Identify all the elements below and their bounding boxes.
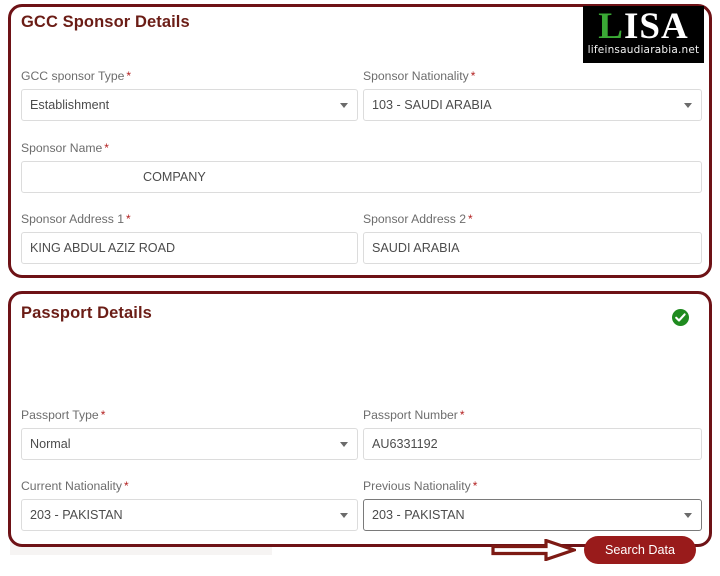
passport-details-card: Passport Details Passport Type * Normal P… <box>8 291 712 564</box>
label-sponsor-name: Sponsor Name * <box>21 141 702 155</box>
label-text: Sponsor Nationality <box>363 69 469 83</box>
input-passport-number[interactable]: AU6331192 <box>363 428 702 460</box>
select-sponsor-nationality[interactable]: 103 - SAUDI ARABIA <box>363 89 702 121</box>
page-title: GCC Sponsor Details <box>21 13 190 31</box>
label-previous-nationality: Previous Nationality * <box>363 479 702 493</box>
chevron-down-icon[interactable] <box>340 103 348 108</box>
label-passport-type: Passport Type * <box>21 408 358 422</box>
right-arrow-annotation-icon <box>491 539 576 561</box>
passport-section-title: Passport Details <box>21 304 152 322</box>
input-value: SAUDI ARABIA <box>372 241 460 255</box>
field-sponsor-name: Sponsor Name * COMPANY <box>21 141 702 193</box>
field-passport-number: Passport Number * AU6331192 <box>363 408 702 460</box>
label-text: Passport Number <box>363 408 458 422</box>
label-sponsor-address-1: Sponsor Address 1 * <box>21 212 358 226</box>
input-sponsor-address-1[interactable]: KING ABDUL AZIZ ROAD <box>21 232 358 264</box>
chevron-down-icon[interactable] <box>340 442 348 447</box>
label-text: GCC sponsor Type <box>21 69 125 83</box>
input-sponsor-address-2[interactable]: SAUDI ARABIA <box>363 232 702 264</box>
input-value: AU6331192 <box>372 437 438 451</box>
logo-wordmark: LISA <box>583 7 704 47</box>
label-text: Sponsor Address 2 <box>363 212 466 226</box>
label-gcc-sponsor-type: GCC sponsor Type * <box>21 69 358 83</box>
field-gcc-sponsor-type: GCC sponsor Type * Establishment <box>21 69 358 121</box>
label-text: Sponsor Address 1 <box>21 212 124 226</box>
label-sponsor-address-2: Sponsor Address 2 * <box>363 212 702 226</box>
field-current-nationality: Current Nationality * 203 - PAKISTAN <box>21 479 358 531</box>
label-passport-number: Passport Number * <box>363 408 702 422</box>
input-value: COMPANY <box>143 170 206 184</box>
chevron-down-icon[interactable] <box>684 103 692 108</box>
field-sponsor-address-2: Sponsor Address 2 * SAUDI ARABIA <box>363 212 702 264</box>
required-marker: * <box>126 69 132 83</box>
label-current-nationality: Current Nationality * <box>21 479 358 493</box>
select-value: Normal <box>30 437 71 451</box>
label-text: Passport Type <box>21 408 99 422</box>
label-text: Current Nationality <box>21 479 122 493</box>
select-current-nationality[interactable]: 203 - PAKISTAN <box>21 499 358 531</box>
logo-letter-l: L <box>598 6 624 47</box>
field-passport-type: Passport Type * Normal <box>21 408 358 460</box>
search-action-row: Search Data <box>11 536 709 576</box>
label-sponsor-nationality: Sponsor Nationality * <box>363 69 702 83</box>
passport-form-body: Passport Type * Normal Passport Number * A… <box>11 340 709 564</box>
select-previous-nationality[interactable]: 203 - PAKISTAN <box>363 499 702 531</box>
logo-letters-isa: ISA <box>623 6 689 47</box>
required-marker: * <box>472 479 478 493</box>
required-marker: * <box>470 69 476 83</box>
input-sponsor-name[interactable]: COMPANY <box>21 161 702 193</box>
select-value: 203 - PAKISTAN <box>30 508 123 522</box>
chevron-down-icon[interactable] <box>340 513 348 518</box>
select-gcc-sponsor-type[interactable]: Establishment <box>21 89 358 121</box>
required-marker: * <box>104 141 109 155</box>
label-text: Previous Nationality <box>363 479 471 493</box>
required-marker: * <box>123 479 129 493</box>
search-data-button[interactable]: Search Data <box>584 536 696 564</box>
lisa-logo: LISA lifeinsaudiarabia.net <box>583 6 704 63</box>
passport-card-header: Passport Details <box>11 294 709 340</box>
sponsor-form-body: GCC sponsor Type * Establishment Sponsor … <box>11 53 709 275</box>
label-text: Sponsor Name <box>21 141 103 155</box>
required-marker: * <box>467 212 473 226</box>
chevron-down-icon[interactable] <box>684 513 692 518</box>
field-sponsor-nationality: Sponsor Nationality * 103 - SAUDI ARABIA <box>363 69 702 121</box>
select-value: Establishment <box>30 98 110 112</box>
check-circle-icon <box>672 309 689 326</box>
field-sponsor-address-1: Sponsor Address 1 * KING ABDUL AZIZ ROAD <box>21 212 358 264</box>
required-marker: * <box>125 212 131 226</box>
select-value: 103 - SAUDI ARABIA <box>372 98 492 112</box>
field-previous-nationality: Previous Nationality * 203 - PAKISTAN <box>363 479 702 531</box>
logo-subtitle: lifeinsaudiarabia.net <box>587 44 700 56</box>
required-marker: * <box>100 408 106 422</box>
input-value: KING ABDUL AZIZ ROAD <box>30 241 176 255</box>
select-value: 203 - PAKISTAN <box>372 508 465 522</box>
select-passport-type[interactable]: Normal <box>21 428 358 460</box>
required-marker: * <box>459 408 465 422</box>
